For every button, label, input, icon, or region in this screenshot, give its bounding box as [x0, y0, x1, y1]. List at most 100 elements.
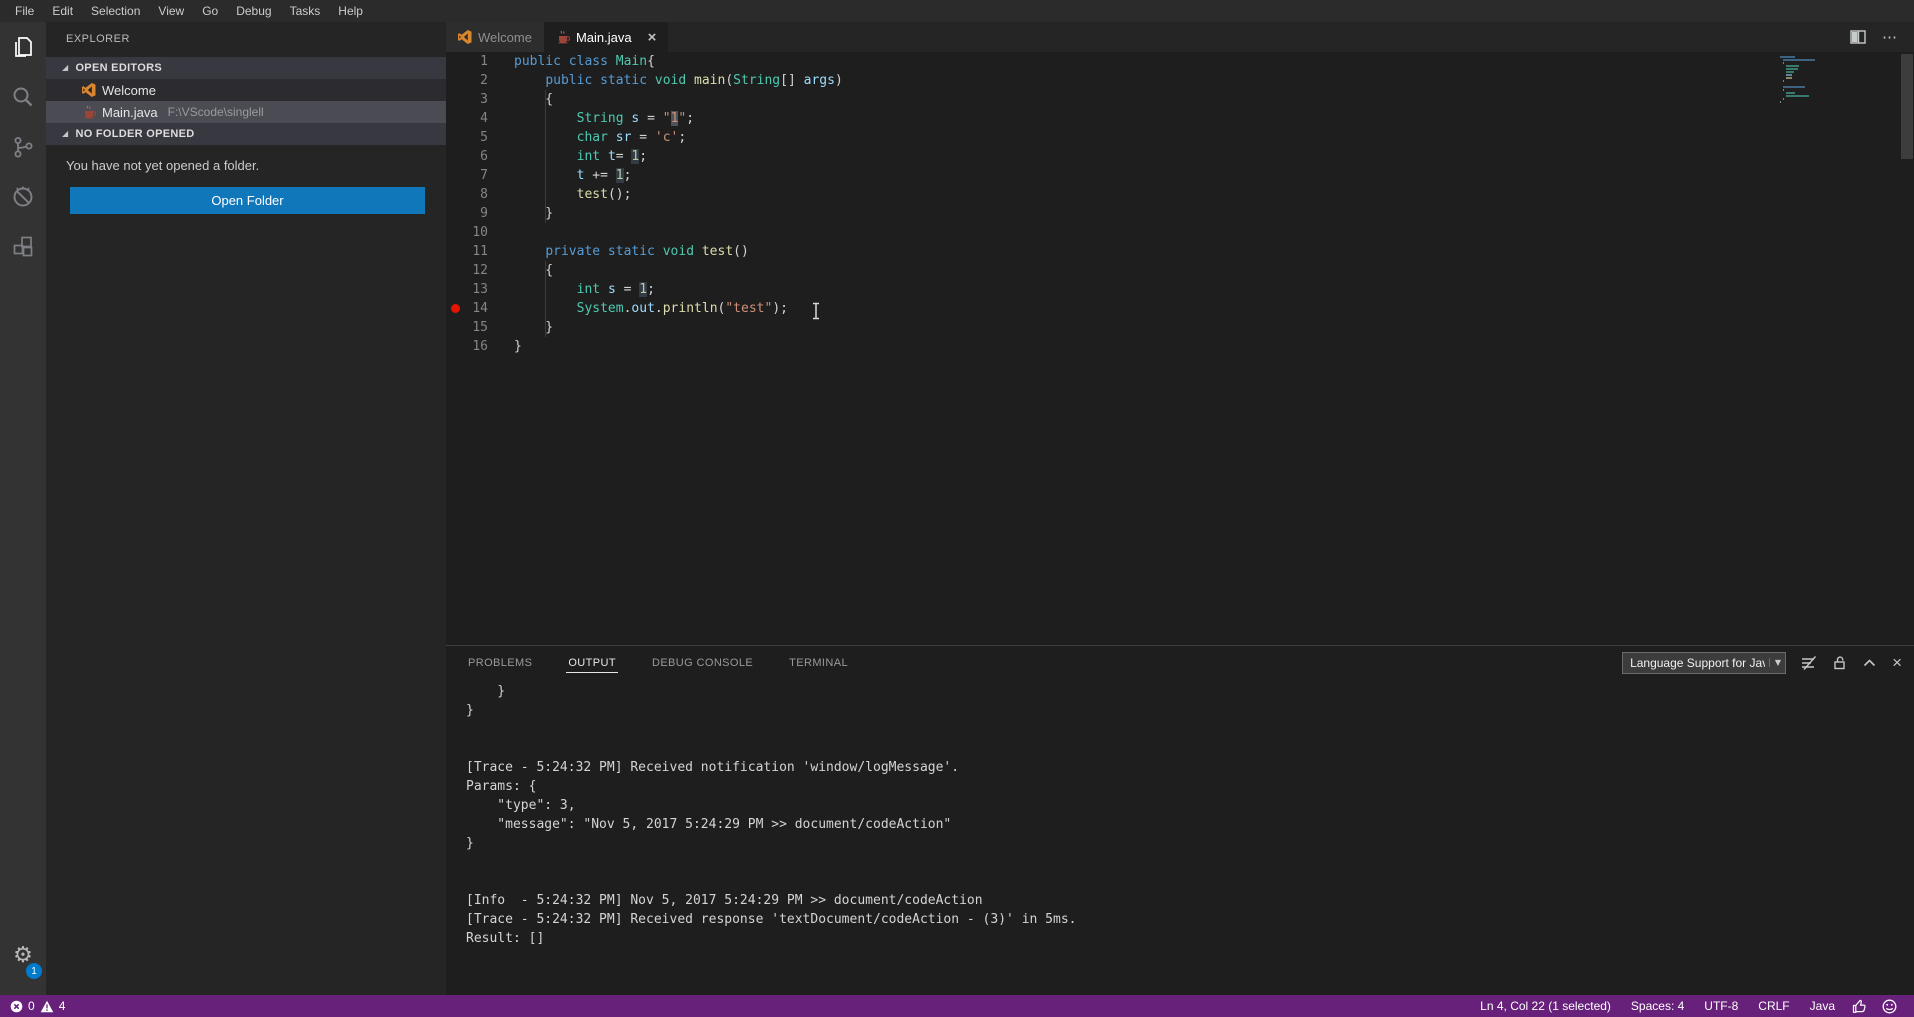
activity-extensions[interactable] [0, 222, 46, 272]
gutter[interactable] [446, 337, 464, 356]
code-area[interactable]: 1public class Main{2 public static void … [446, 52, 1914, 356]
scrollbar-slider[interactable] [1901, 54, 1913, 159]
gutter[interactable] [446, 109, 464, 128]
activity-debug[interactable] [0, 172, 46, 222]
code-text: { [514, 261, 553, 280]
panel-tab-problems[interactable]: PROBLEMS [466, 653, 534, 672]
code-line[interactable]: 12 { [446, 261, 1914, 280]
more-actions-icon[interactable]: ⋯ [1882, 28, 1898, 46]
code-text: public static void main(String[] args) [514, 71, 843, 90]
code-line[interactable]: 2 public static void main(String[] args) [446, 71, 1914, 90]
gutter[interactable] [446, 223, 464, 242]
no-folder-header[interactable]: ◢ NO FOLDER OPENED [46, 123, 446, 145]
menu-view[interactable]: View [149, 0, 193, 22]
gutter[interactable] [446, 185, 464, 204]
gutter[interactable] [446, 71, 464, 90]
encoding-status[interactable]: UTF-8 [1694, 995, 1748, 1017]
code-line[interactable]: 3 { [446, 90, 1914, 109]
cursor-position-status[interactable]: Ln 4, Col 22 (1 selected) [1470, 995, 1621, 1017]
panel-tab-terminal[interactable]: TERMINAL [787, 653, 850, 672]
gutter[interactable] [446, 299, 464, 318]
problems-status[interactable]: 0 4 [10, 999, 65, 1013]
unlock-icon[interactable] [1832, 655, 1847, 670]
activity-settings[interactable]: ⚙ 1 [0, 931, 46, 981]
line-number: 14 [464, 299, 488, 318]
files-icon [10, 34, 36, 60]
code-line[interactable]: 15 } [446, 318, 1914, 337]
feedback-thumb[interactable] [1845, 999, 1875, 1014]
text-cursor-pointer [811, 302, 821, 320]
panel-tab-debug-console[interactable]: DEBUG CONSOLE [650, 653, 755, 672]
gutter[interactable] [446, 261, 464, 280]
code-line[interactable]: 6 int t= 1; [446, 147, 1914, 166]
code-editor[interactable]: 1public class Main{2 public static void … [446, 52, 1914, 645]
source-control-icon [10, 134, 36, 160]
menu-edit[interactable]: Edit [43, 0, 82, 22]
close-icon[interactable]: × [1892, 654, 1902, 671]
menu-help[interactable]: Help [329, 0, 372, 22]
code-line[interactable]: 1public class Main{ [446, 52, 1914, 71]
chevron-up-icon[interactable] [1862, 657, 1877, 669]
menu-tasks[interactable]: Tasks [281, 0, 330, 22]
line-number: 5 [464, 128, 488, 147]
open-editor-mainjava[interactable]: Main.java F:\VScode\singlell [46, 101, 446, 123]
open-editor-welcome[interactable]: Welcome [46, 79, 446, 101]
code-line[interactable]: 11 private static void test() [446, 242, 1914, 261]
gutter[interactable] [446, 242, 464, 261]
open-editor-label: Welcome [102, 83, 156, 98]
open-editor-label: Main.java [102, 105, 158, 120]
output-line: [Trace - 5:24:32 PM] Received notificati… [466, 758, 1914, 777]
eol-status[interactable]: CRLF [1748, 995, 1799, 1017]
clear-output-icon[interactable] [1801, 656, 1817, 670]
line-number: 1 [464, 52, 488, 71]
indentation-status[interactable]: Spaces: 4 [1621, 995, 1694, 1017]
vscode-logo-icon [82, 83, 96, 97]
feedback-smiley[interactable] [1875, 999, 1904, 1014]
language-mode-status[interactable]: Java [1800, 995, 1845, 1017]
code-line[interactable]: 10 [446, 223, 1914, 242]
activity-explorer[interactable] [0, 22, 46, 72]
menu-debug[interactable]: Debug [227, 0, 280, 22]
code-line[interactable]: 13 int s = 1; [446, 280, 1914, 299]
code-line[interactable]: 9 } [446, 204, 1914, 223]
code-text: t += 1; [514, 166, 631, 185]
tab-welcome[interactable]: Welcome [446, 22, 544, 52]
code-line[interactable]: 8 test(); [446, 185, 1914, 204]
gutter[interactable] [446, 204, 464, 223]
gutter[interactable] [446, 128, 464, 147]
open-editors-header[interactable]: ◢ OPEN EDITORS [46, 57, 446, 79]
code-line[interactable]: 14 System.out.println("test"); [446, 299, 1914, 318]
menu-file[interactable]: File [6, 0, 43, 22]
activity-source-control[interactable] [0, 122, 46, 172]
tab-mainjava[interactable]: Main.java × [544, 22, 668, 52]
output-channel-select[interactable]: Language Support for Jav ▼ [1622, 652, 1786, 674]
panel-tab-output[interactable]: OUTPUT [566, 653, 618, 673]
menu-selection[interactable]: Selection [82, 0, 149, 22]
minimap[interactable] [1780, 56, 1830, 104]
split-editor-icon[interactable] [1850, 30, 1866, 44]
line-number: 4 [464, 109, 488, 128]
gutter[interactable] [446, 147, 464, 166]
code-text: System.out.println("test"); [514, 299, 788, 318]
output-line: [Info - 5:24:32 PM] Nov 5, 2017 5:24:29 … [466, 891, 1914, 910]
output-content[interactable]: }}[Trace - 5:24:32 PM] Received notifica… [446, 679, 1914, 995]
tab-bar: Welcome Main.java × ⋯ [446, 22, 1914, 52]
activity-search[interactable] [0, 72, 46, 122]
line-number: 16 [464, 337, 488, 356]
breakpoint-indicator[interactable] [451, 304, 460, 313]
gutter[interactable] [446, 280, 464, 299]
code-line[interactable]: 5 char sr = 'c'; [446, 128, 1914, 147]
open-folder-button[interactable]: Open Folder [70, 187, 425, 214]
code-line[interactable]: 16} [446, 337, 1914, 356]
gutter[interactable] [446, 52, 464, 71]
line-number: 6 [464, 147, 488, 166]
gutter[interactable] [446, 166, 464, 185]
gutter[interactable] [446, 90, 464, 109]
close-icon[interactable]: × [648, 30, 657, 45]
code-line[interactable]: 4 String s = "1"; [446, 109, 1914, 128]
gutter[interactable] [446, 318, 464, 337]
menu-bar: File Edit Selection View Go Debug Tasks … [0, 0, 1914, 22]
code-line[interactable]: 7 t += 1; [446, 166, 1914, 185]
editor-scrollbar[interactable] [1900, 52, 1914, 645]
menu-go[interactable]: Go [193, 0, 227, 22]
